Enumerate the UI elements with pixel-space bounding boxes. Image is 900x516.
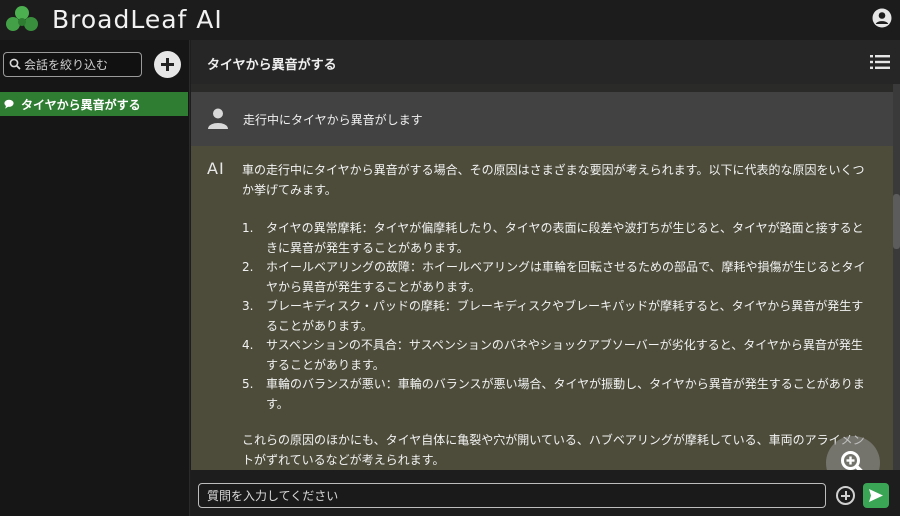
send-button[interactable] (863, 483, 889, 508)
sidebar-item-conversation[interactable]: タイヤから異音がする (0, 92, 188, 116)
clover-leaf-icon (6, 6, 38, 31)
list-item-text: ブレーキディスク・パッドの摩耗：ブレーキディスクやブレーキパッドが摩耗すると、タ… (266, 299, 864, 333)
list-number: 3. (242, 299, 254, 313)
scrollbar-thumb[interactable] (893, 194, 900, 249)
ai-message: AI 車の走行中にタイヤから異音がする場合、その原因はさまざまな要因が考えられま… (191, 146, 893, 470)
list-menu-icon[interactable] (870, 55, 890, 69)
ai-label: AI (207, 159, 225, 178)
top-bar: BroadLeaf AI (0, 0, 900, 40)
message-input[interactable] (198, 483, 826, 508)
conversation-header: タイヤから異音がする (191, 40, 900, 84)
conversation-title: タイヤから異音がする (207, 58, 337, 73)
list-item: 2. ホイールベアリングの故障：ホイールベアリングは車輪を回転させるための部品で、… (242, 258, 872, 297)
chat-bubble-icon (4, 99, 14, 109)
user-message-text: 走行中にタイヤから異音がします (243, 113, 423, 127)
list-item: 4. サスペンションの不具合：サスペンションのバネやショックアブソーバーが劣化する… (242, 336, 872, 375)
ai-outro-text: これらの原因のほかにも、タイヤ自体に亀裂や穴が開いている、ハブベアリングが摩耗し… (242, 433, 865, 467)
user-circle-icon[interactable] (872, 8, 892, 28)
chat-thread: 走行中にタイヤから異音がします AI 車の走行中にタイヤから異音がする場合、その… (191, 84, 893, 470)
list-number: 5. (242, 377, 254, 391)
list-item: 1. タイヤの異常摩耗：タイヤが偏摩耗したり、タイヤの表面に段差や波打ちが生じると… (242, 219, 872, 258)
search-icon (9, 58, 21, 70)
brand-name: BroadLeaf AI (52, 5, 223, 34)
list-number: 4. (242, 338, 254, 352)
list-number: 1. (242, 221, 254, 235)
list-item: 5. 車輪のバランスが悪い：車輪のバランスが悪い場合、タイヤが振動し、タイヤから異… (242, 375, 872, 414)
new-chat-button[interactable] (154, 51, 181, 78)
user-message: 走行中にタイヤから異音がします (191, 92, 893, 146)
composer (191, 470, 900, 516)
list-number: 2. (242, 260, 254, 274)
list-item-text: サスペンションの不具合：サスペンションのバネやショックアブソーバーが劣化すると、… (266, 338, 863, 372)
list-item-text: タイヤの異常摩耗：タイヤが偏摩耗したり、タイヤの表面に段差や波打ちが生じると、タ… (266, 221, 864, 255)
list-item: 3. ブレーキディスク・パッドの摩耗：ブレーキディスクやブレーキパッドが摩耗すると… (242, 297, 872, 336)
ai-cause-list: 1. タイヤの異常摩耗：タイヤが偏摩耗したり、タイヤの表面に段差や波打ちが生じると… (242, 219, 872, 414)
search-box[interactable] (3, 52, 142, 77)
list-item-text: ホイールベアリングの故障：ホイールベアリングは車輪を回転させるための部品で、摩耗… (266, 260, 866, 294)
sidebar: タイヤから異音がする (0, 40, 190, 516)
chat-scrollbar[interactable] (893, 84, 900, 470)
person-icon (208, 108, 228, 129)
send-icon (869, 489, 883, 502)
search-input[interactable] (24, 55, 138, 74)
attach-button[interactable] (836, 486, 855, 505)
sidebar-item-label: タイヤから異音がする (21, 98, 141, 112)
list-item-text: 車輪のバランスが悪い：車輪のバランスが悪い場合、タイヤが振動し、タイヤから異音が… (266, 377, 865, 411)
ai-intro-text: 車の走行中にタイヤから異音がする場合、その原因はさまざまな要因が考えられます。以… (242, 163, 865, 197)
